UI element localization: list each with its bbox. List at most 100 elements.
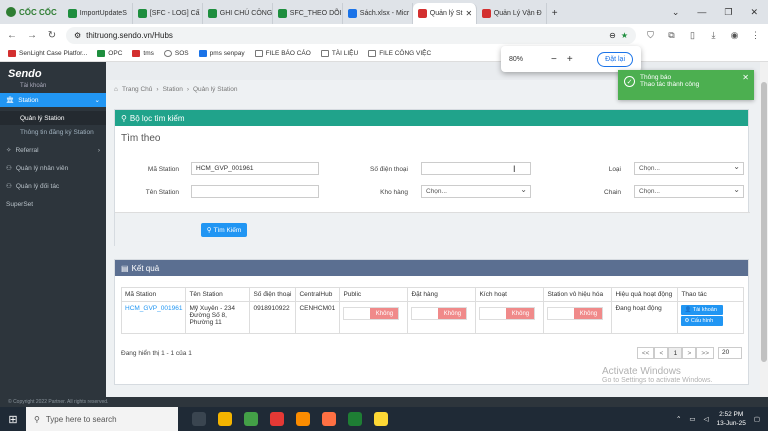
prev-page-button[interactable]: < <box>654 347 669 359</box>
sidebar-item-referral[interactable]: ✧ Referral › <box>0 143 106 157</box>
sidebar-sub-quan-ly-station[interactable]: Quản lý Station <box>0 111 106 125</box>
bookmark-senlight[interactable]: SenLight Case Platfor... <box>8 50 87 57</box>
menu-icon[interactable]: ⋮ <box>749 29 762 42</box>
tab-quan-ly-van-don[interactable]: Quản Lý Vận Đ <box>477 3 547 24</box>
page-scrollbar[interactable] <box>760 62 768 397</box>
file-explorer-icon[interactable] <box>218 412 232 426</box>
site-info-icon[interactable]: ⚙ <box>74 31 81 40</box>
search-button[interactable]: ⚲ Tìm Kiếm <box>201 223 247 237</box>
zoom-out-button[interactable]: − <box>551 54 557 65</box>
col-ten-station[interactable]: Tên Station <box>185 287 251 302</box>
page-1-button[interactable]: 1 <box>668 347 683 359</box>
close-toast-icon[interactable]: ✕ <box>742 73 749 82</box>
loai-select[interactable]: Chọn... <box>634 162 744 175</box>
chain-select[interactable]: Chọn... <box>634 185 744 198</box>
tab-ghi-chu[interactable]: GHI CHÚ CÔNG <box>203 3 273 24</box>
last-page-button[interactable]: >> <box>696 347 714 359</box>
windows-start-icon[interactable]: ⊞ <box>0 407 26 431</box>
coccoc-logo[interactable]: CỐC CỐC <box>0 0 63 24</box>
filter-panel-header: ⚲ Bộ lọc tìm kiếm <box>115 110 748 126</box>
zoom-reset-button[interactable]: Đặt lại <box>597 51 633 67</box>
first-page-button[interactable]: << <box>636 347 655 359</box>
tab-search-icon[interactable]: ⌄ <box>672 7 680 18</box>
col-phone[interactable]: Số điện thoại <box>249 287 297 302</box>
forward-icon[interactable]: → <box>26 30 38 41</box>
clock[interactable]: 2:52 PM 13-Jun-25 <box>717 410 746 428</box>
app-taskbar-icon[interactable] <box>322 412 336 426</box>
taskbar-search[interactable]: ⚲ Type here to search <box>26 407 178 431</box>
zoom-indicator-icon[interactable]: ⊖ <box>609 31 616 40</box>
tab-quan-ly-station[interactable]: Quản lý St ✕ <box>412 3 477 24</box>
coccoc-taskbar-icon[interactable] <box>244 412 258 426</box>
close-window-icon[interactable]: ✕ <box>750 7 758 18</box>
public-toggle[interactable]: Không <box>343 307 400 320</box>
col-dat-hang[interactable]: Đặt hàng <box>407 287 477 302</box>
dat-hang-toggle[interactable]: Không <box>411 307 468 320</box>
chrome-taskbar-icon[interactable] <box>270 412 284 426</box>
shield-icon[interactable]: ⛉ <box>644 29 657 42</box>
col-hieu-qua[interactable]: Hiệu quả hoạt động <box>611 287 679 302</box>
bookmark-label: TÀI LIỆU <box>331 50 359 57</box>
chain-label: Chain <box>604 189 621 196</box>
reload-icon[interactable]: ↻ <box>46 30 58 41</box>
restore-icon[interactable]: ❐ <box>724 7 732 18</box>
sidebar-item-station[interactable]: 🏛 Station ⌄ <box>0 93 106 107</box>
bookmark-file-bao-cao[interactable]: FILE BÁO CÁO <box>254 50 311 57</box>
col-vo-hieu-hoa[interactable]: Station vô hiệu hóa <box>543 287 613 302</box>
bookmark-star-icon[interactable]: ★ <box>621 31 628 40</box>
download-icon[interactable]: ⤓ <box>707 29 720 42</box>
close-tab-icon[interactable]: ✕ <box>465 9 472 18</box>
ma-station-input[interactable]: HCM_GVP_001961 <box>191 162 319 175</box>
app-taskbar-icon[interactable] <box>296 412 310 426</box>
col-centralhub[interactable]: CentralHub <box>295 287 341 302</box>
volume-icon[interactable]: ◁ <box>704 415 709 423</box>
sidebar-icon[interactable]: ▯ <box>686 29 699 42</box>
sticky-notes-icon[interactable] <box>374 412 388 426</box>
scrollbar-thumb[interactable] <box>761 82 767 362</box>
col-kich-hoat[interactable]: Kích hoạt <box>475 287 545 302</box>
new-tab-button[interactable]: + <box>547 3 567 24</box>
kich-hoat-toggle[interactable]: Không <box>479 307 536 320</box>
minimize-icon[interactable]: — <box>697 7 706 17</box>
tab-sfc-theo-doi[interactable]: SFC_THEO DÕI <box>273 3 343 24</box>
page-size-select[interactable]: 20 <box>718 347 742 359</box>
chevron-up-icon[interactable]: ⌃ <box>676 415 681 423</box>
cell-ma-station[interactable]: HCM_GVP_001961 <box>120 301 187 334</box>
ten-station-input[interactable] <box>191 185 319 198</box>
excel-taskbar-icon[interactable] <box>348 412 362 426</box>
next-page-button[interactable]: > <box>682 347 697 359</box>
sidebar-item-doi-tac[interactable]: ⚇ Quản lý đối tác <box>0 179 106 193</box>
url-field[interactable]: ⚙ thitruong.sendo.vn/Hubs ⊖ ★ <box>66 26 636 44</box>
vo-hieu-hoa-toggle[interactable]: Không <box>547 307 604 320</box>
kho-hang-select[interactable]: Chọn... <box>421 185 531 198</box>
breadcrumb-station[interactable]: Station <box>163 86 183 93</box>
bookmark-opc[interactable]: OPC <box>97 50 122 57</box>
tab-sach-xlsx[interactable]: Sách.xlsx - Micr <box>343 3 413 24</box>
zoom-in-button[interactable]: + <box>567 54 573 65</box>
sidebar-item-nhan-vien[interactable]: ⚇ Quản lý nhân viên <box>0 161 106 175</box>
back-icon[interactable]: ← <box>6 30 18 41</box>
extension-icon[interactable]: ⧉ <box>665 29 678 42</box>
tab-sfc-log[interactable]: [SFC - LOG] Cấ <box>133 3 203 24</box>
col-public[interactable]: Public <box>339 287 409 302</box>
sidebar-item-superset[interactable]: SuperSet <box>0 197 106 211</box>
col-ma-station[interactable]: Mã Station <box>120 287 187 302</box>
bookmark-label: FILE BÁO CÁO <box>265 50 311 57</box>
notification-icon[interactable]: ▢ <box>754 415 760 423</box>
bookmark-sos[interactable]: SOS <box>163 50 189 57</box>
watermark-line1: Activate Windows <box>602 366 681 377</box>
bookmark-file-cong-viec[interactable]: FILE CÔNG VIỆC <box>368 50 431 57</box>
task-view-icon[interactable] <box>192 412 206 426</box>
sidebar-sub-thong-tin-dang-ky[interactable]: Thông tin đăng ký Station <box>0 125 106 139</box>
breadcrumb-home[interactable]: Trang Chủ <box>122 86 152 93</box>
table-row: HCM_GVP_001961 Mỹ Xuyên - 234 Đường Số 8… <box>120 301 744 334</box>
bookmark-pms-senpay[interactable]: pms senpay <box>198 50 245 57</box>
config-button[interactable]: ⚙ Cấu hình <box>681 316 724 326</box>
bookmark-tai-lieu[interactable]: TÀI LIỆU <box>320 50 359 57</box>
account-button[interactable]: 👤 Tài khoản <box>681 305 724 315</box>
bookmark-tms[interactable]: tms <box>132 50 154 57</box>
tab-importupdate[interactable]: ImportUpdateS <box>63 3 133 24</box>
network-icon[interactable]: ▭ <box>689 415 695 423</box>
profile-icon[interactable]: ◉ <box>728 29 741 42</box>
search-icon: ⚲ <box>121 113 127 123</box>
